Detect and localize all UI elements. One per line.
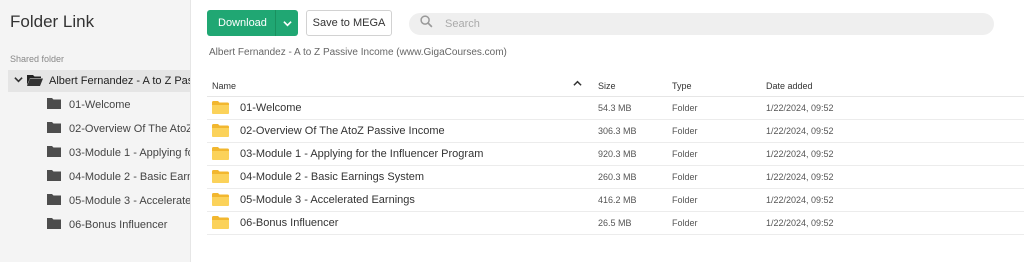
folder-icon	[212, 124, 229, 140]
row-type: Folder	[672, 126, 698, 136]
row-name: 05-Module 3 - Accelerated Earnings	[240, 194, 415, 206]
tree-item-02[interactable]: 02-Overview Of The AtoZ Passive Income	[47, 118, 190, 140]
sidebar: Folder Link Shared folder Albert Fernand…	[0, 0, 191, 262]
row-type: Folder	[672, 149, 698, 159]
sort-ascending-icon[interactable]	[573, 79, 582, 91]
chevron-down-icon	[282, 20, 292, 26]
row-name: 02-Overview Of The AtoZ Passive Income	[240, 125, 445, 137]
column-header-type[interactable]: Type	[672, 81, 692, 91]
search-icon	[420, 15, 433, 33]
download-button[interactable]: Download	[207, 10, 298, 36]
tree-item-label: 04-Module 2 - Basic Earnings System	[69, 171, 190, 183]
row-size: 306.3 MB	[598, 126, 637, 136]
table-row[interactable]: 01-Welcome 54.3 MB Folder 1/22/2024, 09:…	[207, 97, 1024, 120]
row-type: Folder	[672, 218, 698, 228]
tree-item-04[interactable]: 04-Module 2 - Basic Earnings System	[47, 166, 190, 188]
folder-icon	[47, 122, 61, 136]
folder-icon	[47, 218, 61, 232]
download-label: Download	[218, 17, 267, 29]
row-size: 26.5 MB	[598, 218, 632, 228]
search-input[interactable]	[443, 17, 967, 31]
row-date: 1/22/2024, 09:52	[766, 172, 834, 182]
row-date: 1/22/2024, 09:52	[766, 218, 834, 228]
column-header-size[interactable]: Size	[598, 81, 616, 91]
column-header-name[interactable]: Name	[212, 81, 236, 91]
row-type: Folder	[672, 172, 698, 182]
row-size: 260.3 MB	[598, 172, 637, 182]
folder-icon	[212, 193, 229, 209]
row-name: 01-Welcome	[240, 102, 302, 114]
tree-item-label: 05-Module 3 - Accelerated Earnings	[69, 195, 190, 207]
row-type: Folder	[672, 103, 698, 113]
folder-icon	[212, 216, 229, 232]
row-date: 1/22/2024, 09:52	[766, 149, 834, 159]
column-header-date[interactable]: Date added	[766, 81, 813, 91]
folder-icon	[47, 170, 61, 184]
row-size: 416.2 MB	[598, 195, 637, 205]
row-size: 54.3 MB	[598, 103, 632, 113]
sidebar-title: Folder Link	[10, 12, 95, 31]
row-date: 1/22/2024, 09:52	[766, 103, 834, 113]
row-type: Folder	[672, 195, 698, 205]
row-date: 1/22/2024, 09:52	[766, 195, 834, 205]
folder-icon	[212, 101, 229, 117]
tree-item-label: 01-Welcome	[69, 99, 131, 111]
tree-item-label: 06-Bonus Influencer	[69, 219, 168, 231]
table-row[interactable]: 02-Overview Of The AtoZ Passive Income 3…	[207, 120, 1024, 143]
file-table: Name Size Type Date added 01-Welcome 54.…	[207, 76, 1024, 235]
folder-icon	[47, 98, 61, 112]
folder-icon	[47, 194, 61, 208]
save-to-mega-button[interactable]: Save to MEGA	[306, 10, 392, 36]
chevron-down-icon[interactable]	[14, 75, 23, 87]
tree-root-item[interactable]: Albert Fernandez - A to Z Passive Income…	[8, 70, 190, 92]
tree-item-label: 03-Module 1 - Applying for the Influence…	[69, 147, 190, 159]
breadcrumb[interactable]: Albert Fernandez - A to Z Passive Income…	[209, 47, 507, 58]
row-date: 1/22/2024, 09:52	[766, 126, 834, 136]
download-options-dropdown[interactable]	[275, 10, 298, 36]
tree-item-06[interactable]: 06-Bonus Influencer	[47, 214, 190, 236]
tree-item-05[interactable]: 05-Module 3 - Accelerated Earnings	[47, 190, 190, 212]
row-name: 04-Module 2 - Basic Earnings System	[240, 171, 425, 183]
row-size: 920.3 MB	[598, 149, 637, 159]
row-name: 03-Module 1 - Applying for the Influence…	[240, 148, 484, 160]
table-row[interactable]: 03-Module 1 - Applying for the Influence…	[207, 143, 1024, 166]
tree-root-label: Albert Fernandez - A to Z Passive Income…	[49, 75, 190, 87]
tree-item-label: 02-Overview Of The AtoZ Passive Income	[69, 123, 190, 135]
search-bar[interactable]	[409, 13, 994, 35]
table-row[interactable]: 04-Module 2 - Basic Earnings System 260.…	[207, 166, 1024, 189]
folder-icon	[212, 147, 229, 163]
folder-icon	[212, 170, 229, 186]
table-header: Name Size Type Date added	[207, 76, 1024, 97]
tree-item-01[interactable]: 01-Welcome	[47, 94, 190, 116]
sidebar-section-label: Shared folder	[10, 54, 65, 64]
table-row[interactable]: 06-Bonus Influencer 26.5 MB Folder 1/22/…	[207, 212, 1024, 235]
tree-item-03[interactable]: 03-Module 1 - Applying for the Influence…	[47, 142, 190, 164]
table-row[interactable]: 05-Module 3 - Accelerated Earnings 416.2…	[207, 189, 1024, 212]
folder-icon	[47, 146, 61, 160]
folder-open-icon	[27, 74, 43, 89]
row-name: 06-Bonus Influencer	[240, 217, 339, 229]
